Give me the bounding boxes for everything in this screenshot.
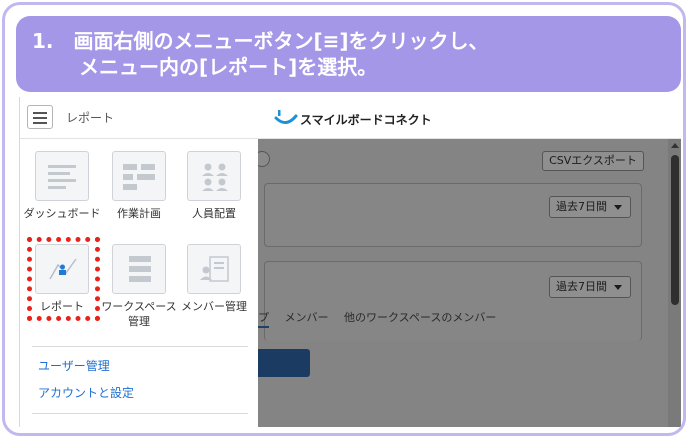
hamburger-icon: [33, 112, 47, 114]
tile-label-member: メンバー管理: [181, 300, 247, 313]
primary-button[interactable]: [258, 349, 310, 377]
tile-label-dashboard: ダッシュボード: [23, 207, 101, 220]
brand-name: スマイルボードコネクト: [300, 113, 432, 127]
page-title: レポート: [66, 111, 115, 125]
instruction-line-1: 1. 画面右側のメニューボタン[≡]をクリックし、: [32, 29, 489, 53]
tile-label-workspace: ワークスペース管理: [101, 300, 177, 328]
tile-label-work-plan: 作業計画: [117, 207, 161, 220]
period-select-1[interactable]: 過去7日間: [549, 196, 631, 218]
highlight-box: [27, 237, 100, 321]
chevron-down-icon: [614, 285, 622, 290]
menu-tile-work-plan[interactable]: 作業計画: [100, 151, 178, 221]
dashboard-icon: [35, 151, 89, 201]
menu-tile-member[interactable]: メンバー管理: [175, 244, 253, 314]
people-icon: [187, 151, 241, 201]
tab-group[interactable]: プ: [258, 311, 269, 328]
scrollbar[interactable]: [668, 139, 681, 427]
instruction-line-2: メニュー内の[レポート]を選択。: [79, 55, 378, 79]
workspace-icon: [112, 244, 166, 294]
scroll-up-icon[interactable]: [671, 143, 679, 148]
app-screenshot: レポート スマイルボードコネクト CSVエクスポート 過去7日間 過去7日間 プ…: [19, 97, 681, 427]
csv-export-button[interactable]: CSVエクスポート: [542, 151, 644, 171]
tab-other-members[interactable]: 他のワークスペースのメンバー: [344, 311, 496, 324]
divider: [32, 413, 248, 414]
gantt-icon: [112, 151, 166, 201]
smile-logo-icon: [274, 110, 298, 124]
menu-button[interactable]: [27, 105, 53, 129]
period-select-2[interactable]: 過去7日間: [549, 276, 631, 298]
tile-label-staffing: 人員配置: [192, 207, 236, 220]
divider: [32, 346, 248, 347]
instruction-banner: 1. 画面右側のメニューボタン[≡]をクリックし、 メニュー内の[レポート]を選…: [16, 16, 681, 92]
menu-tile-workspace[interactable]: ワークスペース管理: [100, 244, 178, 329]
period-select-1-value: 過去7日間: [556, 200, 607, 213]
member-card-icon: [187, 244, 241, 294]
menu-tile-staffing[interactable]: 人員配置: [175, 151, 253, 221]
tab-bar: プ メンバー 他のワークスペースのメンバー: [258, 309, 508, 328]
detail-panel: 過去7日間: [264, 261, 642, 341]
user-management-link[interactable]: ユーザー管理: [38, 357, 110, 374]
summary-panel: 過去7日間: [264, 183, 642, 247]
side-menu: ダッシュボード 作業計画 人員配置 レポート ワークスペース管理 メンバー管理 …: [20, 139, 258, 427]
account-settings-link[interactable]: アカウントと設定: [38, 384, 134, 401]
scroll-thumb[interactable]: [671, 155, 679, 305]
period-select-2-value: 過去7日間: [556, 280, 607, 293]
top-bar: レポート スマイルボードコネクト: [20, 97, 681, 139]
menu-tile-dashboard[interactable]: ダッシュボード: [23, 151, 101, 221]
tab-members[interactable]: メンバー: [285, 311, 329, 324]
chevron-down-icon: [614, 205, 622, 210]
dimmed-content: CSVエクスポート 過去7日間 過去7日間 プ メンバー 他のワークスペースのメ…: [254, 139, 681, 427]
instruction-card: 1. 画面右側のメニューボタン[≡]をクリックし、 メニュー内の[レポート]を選…: [2, 2, 686, 436]
